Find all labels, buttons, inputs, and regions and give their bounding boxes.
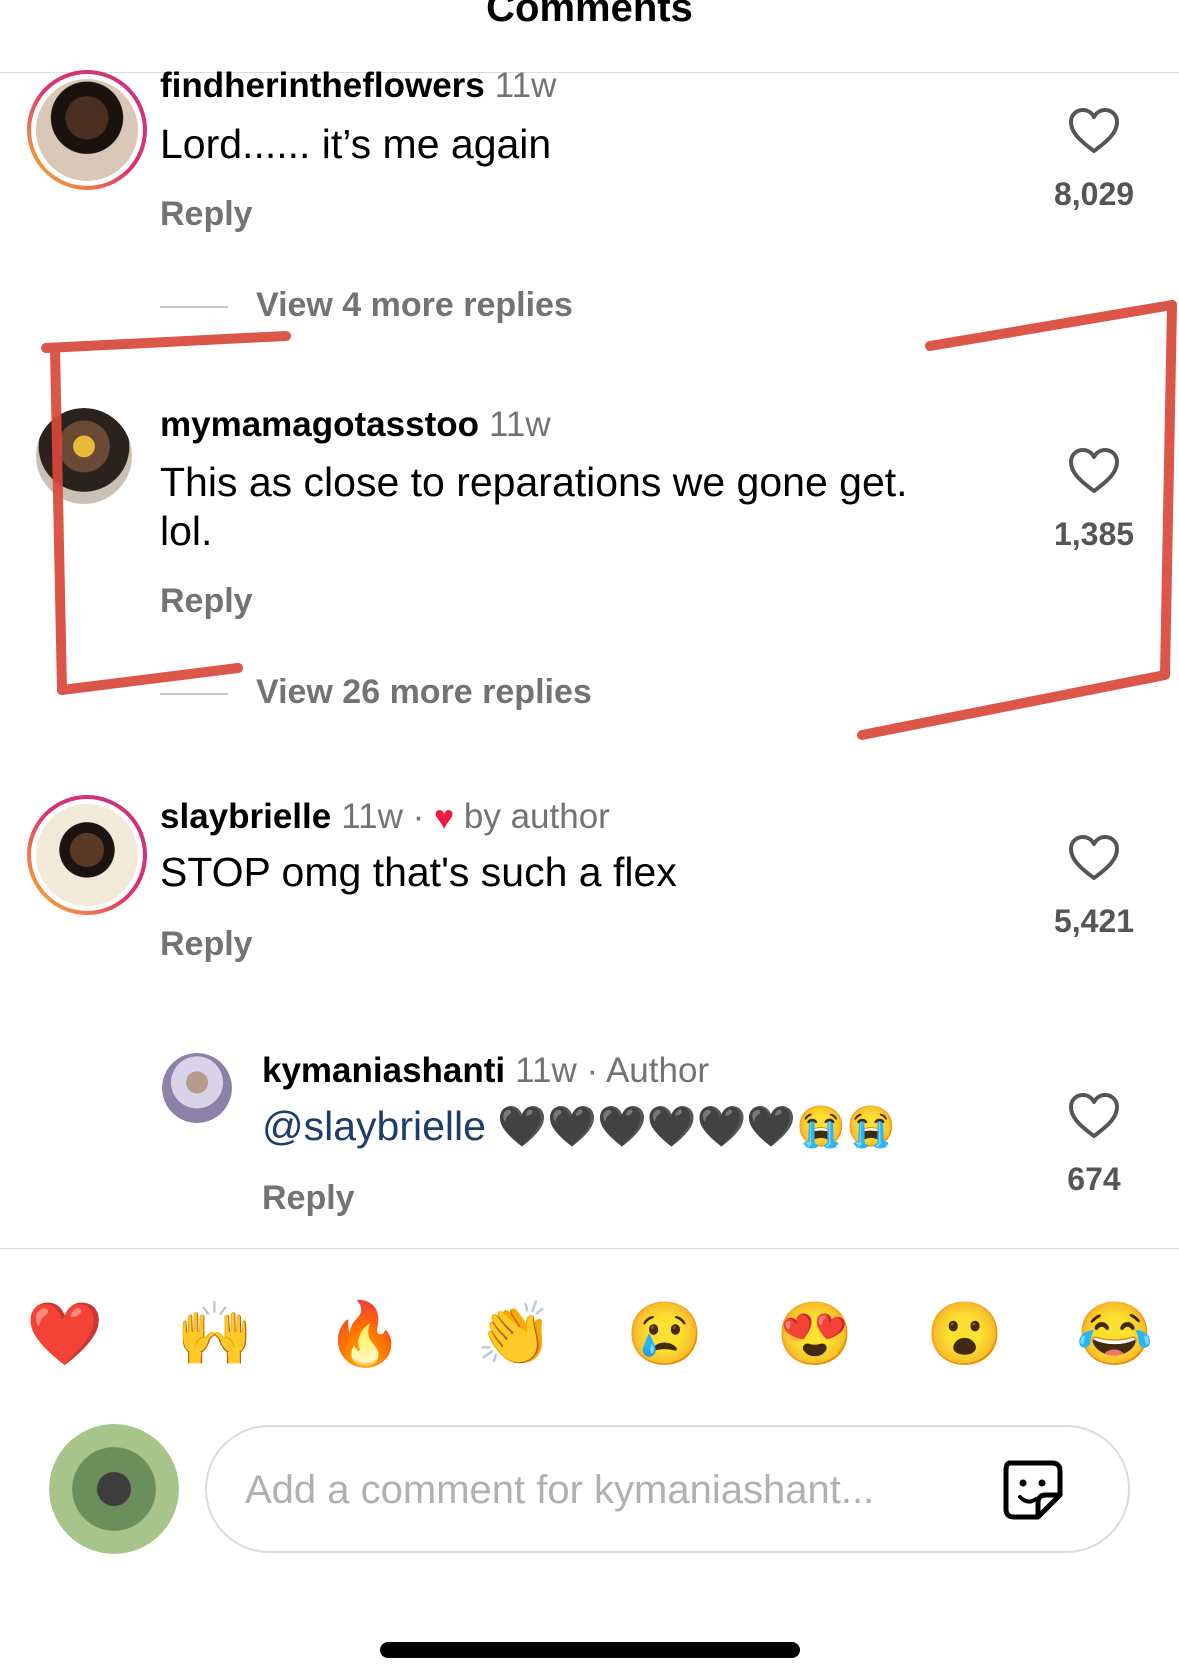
heart-outline-icon[interactable] <box>1069 835 1119 881</box>
comment-username[interactable]: slaybrielle 11w · ♥ by author <box>160 797 610 838</box>
username-text[interactable]: slaybrielle <box>160 797 331 836</box>
reply-button[interactable]: Reply <box>160 925 253 964</box>
divider <box>0 1248 1179 1249</box>
reply-button[interactable]: Reply <box>160 195 253 234</box>
view-more-label[interactable]: View 26 more replies <box>256 673 592 711</box>
comment-time: 11w <box>341 797 403 836</box>
like-button[interactable]: 674 <box>1024 1093 1164 1198</box>
emoji-raised-hands[interactable]: 🙌 <box>170 1290 260 1380</box>
quick-emoji-bar: ❤️ 🙌 🔥 👏 😢 😍 😮 😂 <box>20 1290 1160 1380</box>
like-button[interactable]: 1,385 <box>1024 448 1164 553</box>
username-text[interactable]: findherintheflowers <box>160 66 485 105</box>
reply-button[interactable]: Reply <box>160 582 253 621</box>
like-button[interactable]: 5,421 <box>1024 835 1164 940</box>
annotation-left-top <box>41 331 291 353</box>
home-indicator <box>380 1642 800 1658</box>
avatar[interactable] <box>162 1053 232 1123</box>
username-text[interactable]: mymamagotasstoo <box>160 405 479 444</box>
separator: · <box>412 797 425 836</box>
author-tag: · Author <box>586 1051 710 1090</box>
comment-time: 11w <box>494 66 557 105</box>
comment-text: @slaybrielle 🖤🖤🖤🖤🖤🖤😭😭 <box>262 1102 1022 1152</box>
comment-composer[interactable] <box>205 1425 1130 1553</box>
thread-line <box>160 693 228 696</box>
comment-emojis: 🖤🖤🖤🖤🖤🖤😭😭 <box>497 1105 896 1149</box>
emoji-clap[interactable]: 👏 <box>470 1290 560 1380</box>
like-button[interactable]: 8,029 <box>1024 108 1164 213</box>
avatar[interactable] <box>27 795 147 915</box>
comment-input[interactable] <box>243 1427 967 1553</box>
annotation-left-side <box>50 345 67 695</box>
view-more-replies[interactable]: View 4 more replies <box>160 286 573 325</box>
heart-outline-icon[interactable] <box>1069 108 1119 154</box>
emoji-heart[interactable]: ❤️ <box>20 1290 110 1380</box>
view-more-label[interactable]: View 4 more replies <box>256 286 573 324</box>
reply-button[interactable]: Reply <box>262 1179 355 1218</box>
like-count: 5,421 <box>1053 903 1135 939</box>
comment-time: 11w <box>488 405 551 444</box>
thread-line <box>160 306 228 309</box>
comment-username[interactable]: findherintheflowers 11w <box>160 66 556 106</box>
red-heart-icon: ♥ <box>433 799 455 838</box>
heart-outline-icon[interactable] <box>1069 448 1119 494</box>
comment-text: Lord...... it’s me again <box>160 121 552 167</box>
view-more-replies[interactable]: View 26 more replies <box>160 673 592 712</box>
like-count: 674 <box>1067 1161 1121 1197</box>
emoji-laugh[interactable]: 😂 <box>1070 1290 1160 1380</box>
sticker-icon[interactable] <box>1000 1457 1066 1523</box>
like-count: 8,029 <box>1053 176 1135 212</box>
username-text[interactable]: kymaniashanti <box>262 1051 505 1090</box>
emoji-heart-eyes[interactable]: 😍 <box>770 1290 860 1380</box>
annotation-right-side <box>1160 300 1177 680</box>
page-title: Comments <box>486 0 693 30</box>
mention-link[interactable]: @slaybrielle <box>262 1103 486 1149</box>
annotation-right-top <box>925 300 1177 351</box>
emoji-sad[interactable]: 😢 <box>620 1290 710 1380</box>
annotation-right-bottom <box>857 670 1170 740</box>
avatar[interactable] <box>36 408 132 504</box>
comment-time: 11w <box>515 1051 577 1090</box>
liked-by-author: by author <box>463 797 610 836</box>
like-count: 1,385 <box>1053 516 1135 552</box>
heart-outline-icon[interactable] <box>1069 1093 1119 1139</box>
emoji-fire[interactable]: 🔥 <box>320 1290 410 1380</box>
avatar[interactable] <box>27 70 147 190</box>
comment-username[interactable]: kymaniashanti 11w · Author <box>262 1051 709 1091</box>
emoji-surprised[interactable]: 😮 <box>920 1290 1010 1380</box>
comments-header: Comments <box>0 0 1179 73</box>
comment-text: This as close to reparations we gone get… <box>160 459 908 554</box>
comment-username[interactable]: mymamagotasstoo 11w <box>160 405 551 445</box>
comment-text: STOP omg that's such a flex <box>160 849 677 895</box>
current-user-avatar[interactable] <box>49 1424 179 1554</box>
